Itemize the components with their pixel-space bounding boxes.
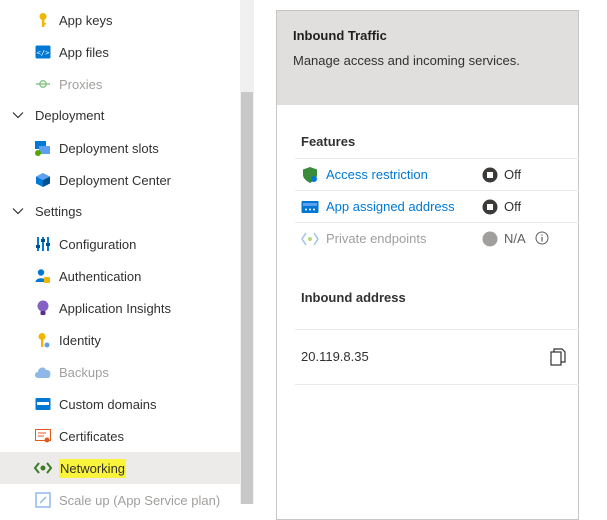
- chevron-down-icon: [10, 107, 26, 123]
- networking-icon: [34, 459, 52, 477]
- private-endpoint-icon: [301, 230, 319, 248]
- sidebar-item-label: Scale up (App Service plan): [59, 492, 221, 508]
- sidebar-item-authentication[interactable]: Authentication: [0, 260, 240, 292]
- shield-icon: [301, 166, 319, 184]
- identity-key-icon: [34, 331, 52, 349]
- card-header: Inbound Traffic Manage access and incomi…: [277, 11, 578, 105]
- slots-icon: [34, 139, 52, 157]
- sidebar-item-label: Proxies: [59, 76, 103, 92]
- user-lock-icon: [34, 267, 52, 285]
- sidebar-item-custom-domains[interactable]: Custom domains: [0, 388, 240, 420]
- access-restriction-status: Off: [504, 167, 522, 182]
- inbound-address-value: 20.119.8.35: [301, 349, 369, 364]
- sidebar-item-label: Application Insights: [59, 300, 172, 316]
- sidebar-item-label: App files: [59, 44, 109, 60]
- feature-row-access-restriction: Access restriction Off: [295, 158, 579, 190]
- gray-circle-icon: [482, 231, 498, 247]
- sliders-icon: [34, 235, 52, 253]
- ip-address-icon: [301, 198, 319, 216]
- sidebar-item-label: Backups: [59, 364, 109, 380]
- certificate-icon: [34, 427, 52, 445]
- sidebar-group-deployment[interactable]: Deployment: [0, 99, 240, 131]
- app-assigned-address-status: Off: [504, 199, 522, 214]
- sidebar-item-application-insights[interactable]: Application Insights: [0, 292, 240, 324]
- sidebar-group-settings[interactable]: Settings: [0, 195, 240, 227]
- sidebar-group-label: Settings: [35, 203, 82, 219]
- sidebar-scrollbar-thumb[interactable]: [241, 92, 253, 504]
- code-file-icon: </>: [34, 43, 52, 61]
- lightbulb-icon: [34, 299, 52, 317]
- sidebar-item-networking[interactable]: Networking: [0, 452, 240, 484]
- chevron-down-icon: [10, 203, 26, 219]
- sidebar-item-app-keys[interactable]: App keys: [0, 4, 240, 36]
- svg-text:</>: </>: [37, 49, 50, 57]
- sidebar-item-label: Authentication: [59, 268, 142, 284]
- sidebar-item-scale-up[interactable]: Scale up (App Service plan): [0, 484, 240, 516]
- sidebar-item-label: Deployment Center: [59, 172, 171, 188]
- sidebar-item-configuration[interactable]: Configuration: [0, 228, 240, 260]
- feature-row-private-endpoints: Private endpoints N/A: [295, 222, 579, 254]
- scale-up-icon: [34, 491, 52, 509]
- sidebar-item-label: Configuration: [59, 236, 137, 252]
- sidebar-item-label: App keys: [59, 12, 113, 28]
- app-assigned-address-link[interactable]: App assigned address: [326, 199, 455, 214]
- access-restriction-link[interactable]: Access restriction: [326, 167, 428, 182]
- proxy-icon: [34, 75, 52, 93]
- inbound-address-row: 20.119.8.35: [295, 329, 579, 385]
- sidebar-item-backups[interactable]: Backups: [0, 356, 240, 388]
- sidebar-menu: App keys </> App files Proxies Deploymen…: [0, 0, 240, 508]
- stop-circle-icon: [482, 167, 498, 183]
- inbound-address-heading: Inbound address: [301, 290, 406, 305]
- sidebar-item-deployment-slots[interactable]: Deployment slots: [0, 132, 240, 164]
- sidebar-item-label: Custom domains: [59, 396, 157, 412]
- cube-icon: [34, 171, 52, 189]
- card-description: Manage access and incoming services.: [293, 53, 520, 68]
- features-heading: Features: [301, 134, 356, 149]
- sidebar-item-label: Certificates: [59, 428, 125, 444]
- stop-circle-icon: [482, 199, 498, 215]
- private-endpoints-link[interactable]: Private endpoints: [326, 231, 426, 246]
- sidebar-item-label: Networking: [59, 458, 127, 478]
- domain-icon: [34, 395, 52, 413]
- info-icon[interactable]: [535, 231, 549, 245]
- sidebar-item-label: Deployment slots: [59, 140, 159, 156]
- sidebar-item-proxies[interactable]: Proxies: [0, 68, 240, 100]
- inbound-traffic-card: Inbound Traffic Manage access and incomi…: [276, 10, 579, 520]
- cloud-icon: [34, 363, 52, 381]
- card-title: Inbound Traffic: [293, 28, 387, 43]
- sidebar-group-label: Deployment: [35, 107, 105, 123]
- sidebar-item-label: Identity: [59, 332, 101, 348]
- sidebar-item-deployment-center[interactable]: Deployment Center: [0, 164, 240, 196]
- private-endpoints-status: N/A: [504, 231, 526, 246]
- sidebar-item-certificates[interactable]: Certificates: [0, 420, 240, 452]
- sidebar-item-identity[interactable]: Identity: [0, 324, 240, 356]
- key-icon: [34, 11, 52, 29]
- sidebar-item-app-files[interactable]: </> App files: [0, 36, 240, 68]
- copy-icon[interactable]: [548, 347, 568, 367]
- feature-row-app-assigned-address: App assigned address Off: [295, 190, 579, 222]
